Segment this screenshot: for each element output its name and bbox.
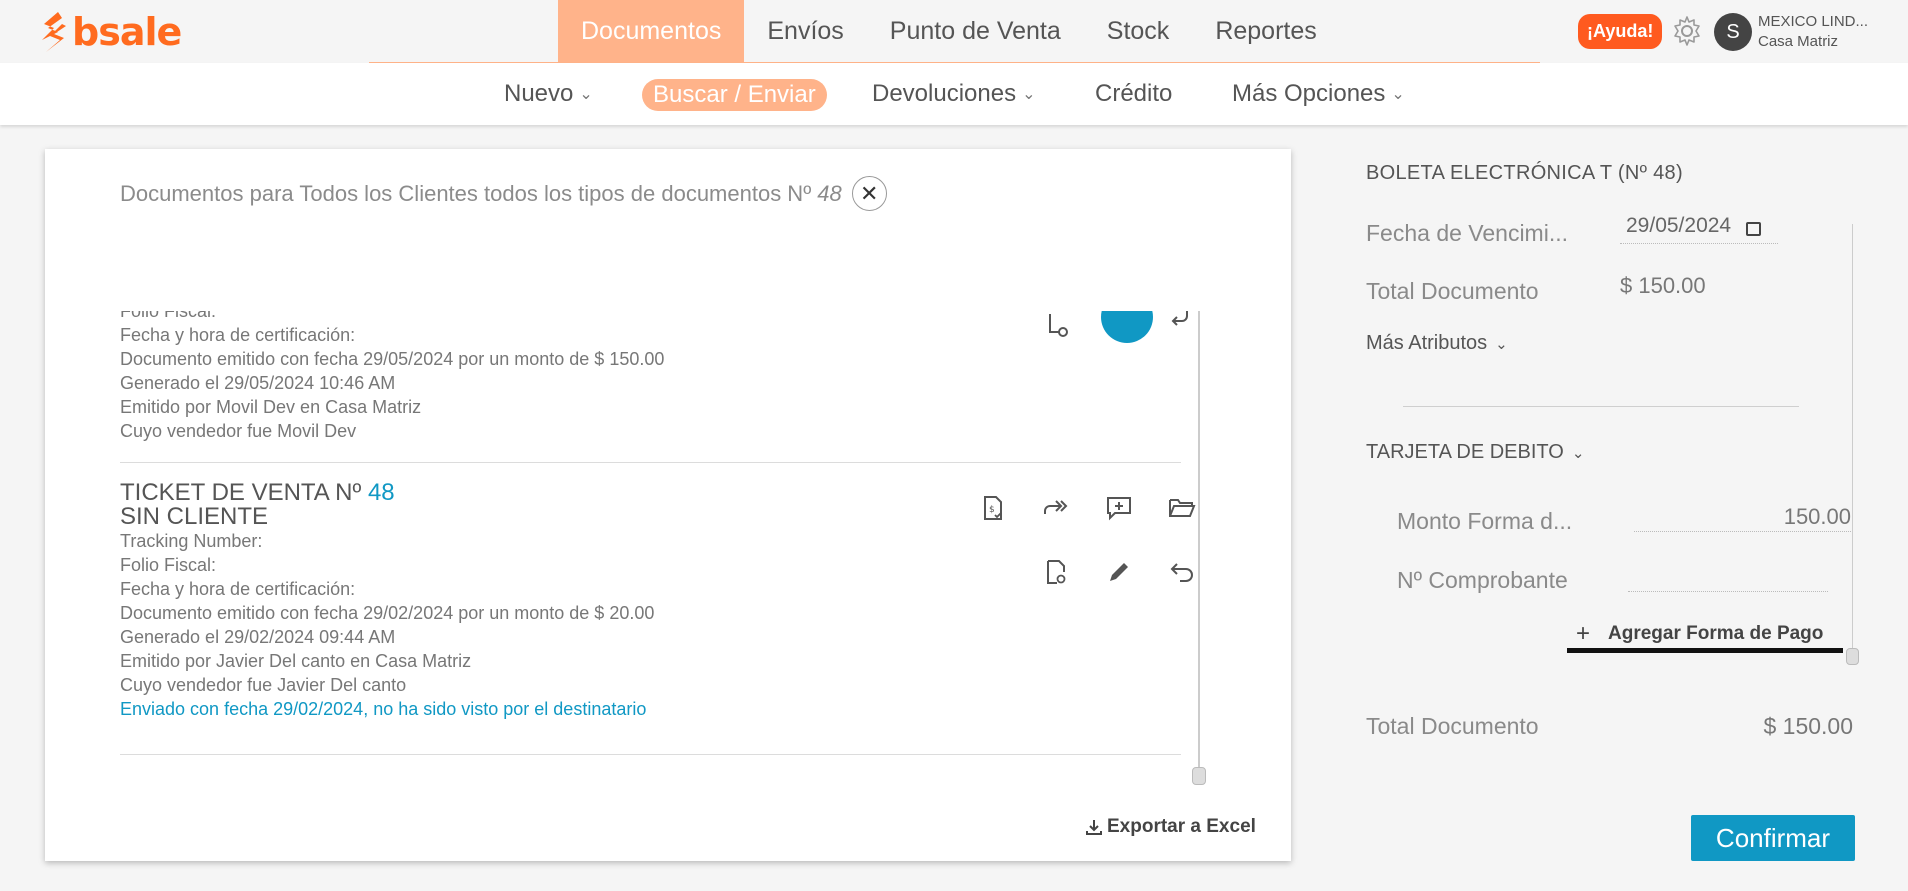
return-button[interactable] [1164,311,1198,337]
export-excel-label: Exportar a Excel [1107,816,1256,837]
open-folder-icon [1169,499,1196,517]
subnav-nuevo[interactable]: Nuevo ⌄ [504,79,593,109]
entry-line: Cuyo vendedor fue Javier Del canto [120,675,407,695]
subnav-mas-opciones-label: Más Opciones [1232,80,1386,107]
add-payment-underline [1567,648,1843,653]
add-payment-method-button[interactable]: + Agregar Forma de Pago [1576,620,1823,648]
search-title-number: 48 [817,180,842,206]
payment-amount-input[interactable]: 150.00 [1761,504,1851,530]
entry-line: Generado el 29/02/2024 09:44 AM [120,627,396,647]
invoice-document-icon: $ [984,496,1002,520]
document-title: BOLETA ELECTRÓNICA T (Nº 48) [1366,162,1683,184]
entry-line: Emitido por Movil Dev en Casa Matriz [120,397,422,417]
section-divider [1403,406,1799,407]
search-title-text: Documentos para Todos los Clientes todos… [120,180,812,206]
chevron-down-icon: ⌄ [579,86,593,103]
undo-icon [1170,563,1193,582]
right-scrollbar-thumb[interactable] [1846,648,1859,665]
chevron-down-icon: ⌄ [1022,86,1036,103]
brand-name: bsale [72,10,182,54]
subnav-devoluciones[interactable]: Devoluciones ⌄ [872,79,1036,109]
edit-button[interactable] [1102,555,1136,589]
add-payment-label: Agregar Forma de Pago [1608,623,1824,644]
nav-reportes[interactable]: Reportes [1192,0,1339,63]
invoice-document-button[interactable]: $ [976,491,1010,525]
entry-line: Documento emitido con fecha 29/05/2024 p… [120,349,665,369]
payment-method-toggle[interactable]: TARJETA DE DEBITO ⌄ [1366,441,1584,464]
add-comment-icon [1107,497,1131,521]
document-link-icon [1047,560,1066,584]
results-list[interactable]: Folio Fiscal: Fecha y hora de certificac… [120,311,1225,783]
svg-text:$: $ [989,505,995,515]
entry-line: Generado el 29/05/2024 10:46 AM [120,373,396,393]
chevron-down-icon: ⌄ [1571,444,1585,462]
more-attributes-label: Más Atributos [1366,332,1488,354]
bsale-logo-icon [42,12,66,52]
add-comment-button[interactable] [1102,491,1136,525]
payment-method-label: TARJETA DE DEBITO [1366,441,1564,463]
download-icon [1086,820,1102,835]
return-button[interactable] [1165,555,1199,589]
plus-icon: + [1576,620,1591,647]
due-date-field-underline [1620,243,1778,244]
bsale-logo[interactable]: bsale [38,10,182,54]
nav-punto-de-venta[interactable]: Punto de Venta [867,0,1084,63]
entry-line: Tracking Number: [120,531,263,551]
voucher-number-input[interactable] [1628,591,1828,592]
subnav-nuevo-label: Nuevo [504,80,574,107]
results-scrollbar-thumb[interactable] [1192,767,1206,785]
document-summary-panel: BOLETA ELECTRÓNICA T (Nº 48) Fecha de Ve… [1366,0,1908,891]
close-icon: ✕ [860,180,879,206]
subnav-devoluciones-label: Devoluciones [872,80,1017,107]
entry-line: Emitido por Javier Del canto en Casa Mat… [120,651,472,671]
entry-divider [120,754,1181,755]
subnav-buscar-enviar[interactable]: Buscar / Enviar [642,79,827,111]
more-attributes-toggle[interactable]: Más Atributos ⌄ [1366,332,1508,355]
total-document-value: $ 150.00 [1620,273,1706,298]
pencil-icon [1110,563,1128,581]
results-scrollbar-track[interactable] [1198,311,1200,775]
document-link-icon [1049,314,1068,337]
export-excel-button[interactable]: Exportar a Excel [1085,816,1256,838]
confirm-button[interactable]: Confirmar [1691,815,1855,861]
forward-button[interactable] [1039,491,1073,525]
payment-amount-underline [1634,531,1853,532]
return-icon [1171,311,1188,326]
entry-line: Cuyo vendedor fue Movil Dev [120,421,357,441]
payment-amount-label: Monto Forma d... [1397,508,1573,534]
nav-envios[interactable]: Envíos [744,0,866,63]
document-link-button[interactable] [1040,311,1074,343]
voucher-number-label: Nº Comprobante [1397,567,1568,593]
sent-status-link[interactable]: Enviado con fecha 29/02/2024, no ha sido… [120,697,1225,721]
due-date-label: Fecha de Vencimi... [1366,220,1568,246]
entry-doc-number[interactable]: 48 [368,479,395,506]
nav-documentos[interactable]: Documentos [558,0,745,63]
calendar-icon[interactable] [1746,222,1761,236]
right-scrollbar-track[interactable] [1852,224,1853,652]
footer-total-label: Total Documento [1366,713,1539,739]
search-panel-title: Documentos para Todos los Clientes todos… [120,176,887,211]
search-results-panel: Documentos para Todos los Clientes todos… [45,149,1291,861]
open-folder-button[interactable] [1165,491,1199,525]
subnav-credito[interactable]: Crédito [1095,79,1172,109]
main-nav: Documentos Envíos Punto de Venta Stock R… [558,0,1340,63]
entry-line: Documento emitido con fecha 29/02/2024 p… [120,603,655,623]
total-document-label: Total Documento [1366,278,1539,304]
chevron-down-icon: ⌄ [1495,335,1508,353]
due-date-value[interactable]: 29/05/2024 [1626,214,1731,238]
entry-divider [120,462,1181,463]
document-link-button[interactable] [1039,555,1073,589]
entry-doc-type: TICKET DE VENTA Nº [120,479,362,506]
footer-total-value: $ 150.00 [1763,713,1853,739]
forward-icon [1044,500,1068,514]
nav-stock[interactable]: Stock [1084,0,1193,63]
close-button[interactable]: ✕ [851,176,887,211]
